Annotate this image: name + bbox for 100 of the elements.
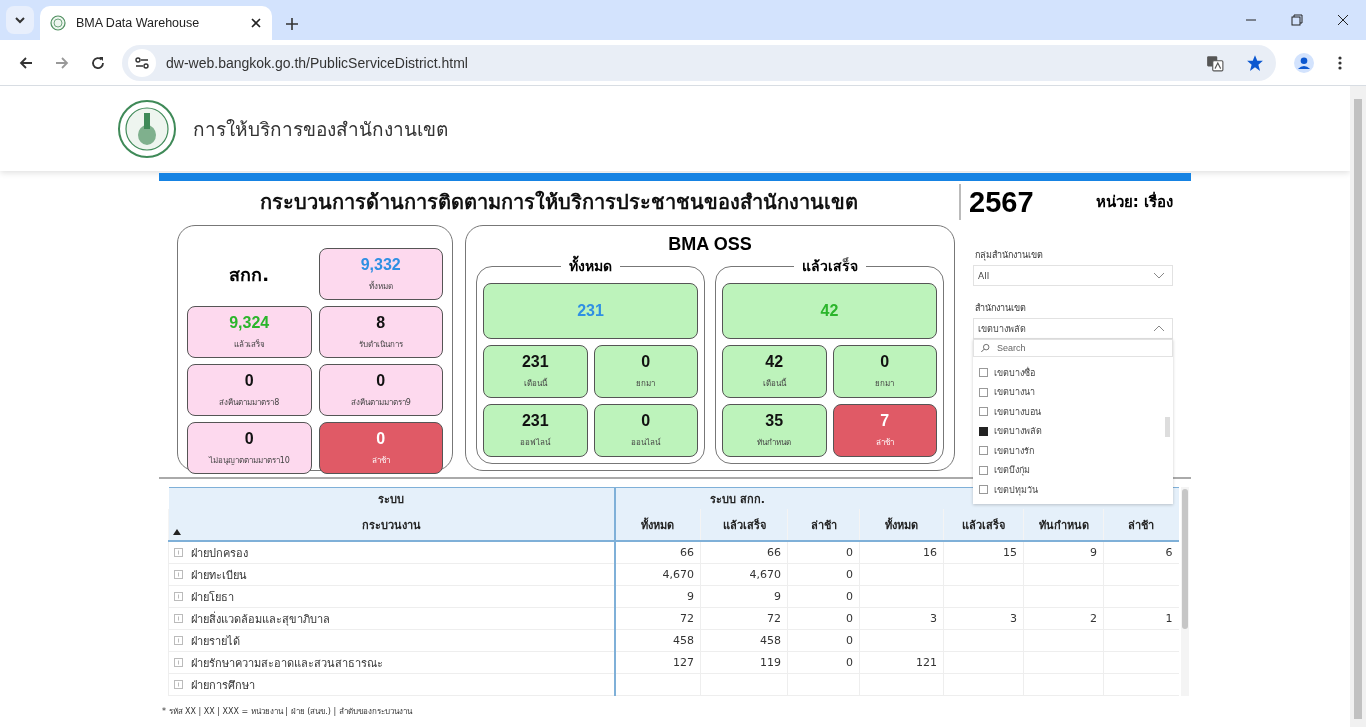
option-label[interactable]: เขตบางนา [994, 385, 1035, 400]
tile-value: 231 [577, 302, 604, 320]
person-icon [1294, 52, 1314, 73]
scrollbar-thumb[interactable] [1181, 489, 1188, 629]
tile-caption: เดือนนี้ [523, 377, 547, 390]
tab-list-button[interactable] [6, 6, 34, 34]
option-label[interactable]: เขตบางพลัด [994, 424, 1042, 439]
group-header: ระบบ [378, 492, 404, 506]
dropdown[interactable]: เขตบางพลัด [973, 318, 1173, 339]
expand-icon [174, 592, 183, 601]
bookmark-button[interactable] [1246, 53, 1264, 72]
process-name: ฝ่ายรายได้ [191, 633, 240, 650]
tile-caption: ส่งคืนตามมาตรา8 [219, 396, 280, 409]
table-cell: 2 [1090, 612, 1097, 625]
option-label[interactable]: เขตปทุมวัน [994, 482, 1038, 497]
page-scrollbar-thumb[interactable] [1354, 99, 1362, 719]
group-title: ทั้งหมด [561, 255, 620, 277]
seal-icon [50, 15, 66, 31]
column-header[interactable]: ล่าช้า [1128, 518, 1155, 532]
back-arrow-icon [18, 54, 34, 71]
card-title: สกก. [229, 262, 270, 287]
checkbox[interactable] [979, 426, 988, 436]
tile-caption: แล้วเสร็จ [233, 338, 265, 351]
tile-value: 35 [765, 412, 784, 430]
table-cell: 1 [1165, 612, 1173, 625]
filter-label: กลุ่มสำนักงานเขต [975, 249, 1043, 262]
browser-tab[interactable]: BMA Data Warehouse [40, 6, 272, 40]
table-cell: 3 [1010, 612, 1017, 625]
filter-label: สำนักงานเขต [975, 302, 1026, 315]
table-cell: 6 [1165, 546, 1173, 559]
option-label[interactable]: เขตบางซื่อ [994, 365, 1035, 380]
option-label[interactable]: เขตบางบอน [994, 404, 1041, 419]
table-cell: 0 [846, 634, 853, 647]
checkbox[interactable] [979, 485, 988, 495]
search-icon [980, 342, 991, 354]
tile-value: 9,332 [360, 255, 401, 274]
card-title: BMA OSS [668, 234, 752, 255]
tile-value: 0 [880, 353, 890, 371]
option-label[interactable]: เขตบึงกุ่ม [994, 463, 1030, 478]
table-cell: 4,670 [662, 568, 694, 581]
tile-value: 8 [376, 313, 386, 332]
process-name: ฝ่ายรักษาความสะอาดและสวนสาธารณะ [191, 655, 383, 672]
group-title: แล้วเสร็จ [800, 256, 859, 276]
dropdown[interactable]: All [973, 265, 1173, 286]
column-header[interactable]: กระบวนงาน [361, 518, 421, 532]
expand-icon [174, 614, 183, 623]
site-info-button[interactable] [128, 48, 156, 77]
tile-value: 0 [641, 412, 651, 430]
dropdown-value: เขตบางพลัด [978, 322, 1027, 336]
sort-ascending-icon[interactable] [173, 529, 181, 535]
checkbox[interactable] [979, 387, 988, 397]
tile-value: 42 [820, 302, 839, 320]
table-cell: 0 [846, 568, 853, 581]
table-cell: 72 [767, 612, 781, 625]
tab-title: BMA Data Warehouse [76, 16, 201, 30]
tile-value: 0 [376, 371, 386, 390]
group-header: ระบบ สกก. [710, 492, 765, 506]
table-cell: 0 [846, 590, 853, 603]
tile-value: 0 [641, 353, 651, 371]
expand-icon [174, 658, 183, 667]
tile-value: 231 [521, 353, 549, 371]
checkbox[interactable] [979, 465, 988, 475]
unit-label: หน่วย: เรื่อง [1095, 190, 1173, 213]
table-cell: 0 [846, 656, 853, 669]
scrollbar-thumb[interactable] [1165, 417, 1170, 437]
tile-caption: ยกมา [636, 378, 656, 390]
close-icon [1335, 12, 1351, 28]
table-cell: 9 [774, 590, 781, 603]
column-header[interactable]: ล่าช้า [810, 518, 837, 532]
tile-value: 0 [376, 429, 386, 448]
seal-icon [117, 98, 177, 159]
star-icon [1246, 53, 1264, 72]
tile-value: 7 [880, 412, 890, 430]
reload-icon [90, 54, 106, 71]
tile-caption: เดือนนี้ [762, 377, 786, 390]
plus-icon [284, 16, 300, 32]
checkbox[interactable] [979, 446, 988, 456]
search-field[interactable]: Search [973, 339, 1173, 357]
checkbox[interactable] [979, 407, 988, 417]
table-cell: 119 [760, 656, 781, 669]
tile-caption: ออฟไลน์ [520, 437, 551, 449]
process-name: ฝ่ายการศึกษา [191, 677, 255, 694]
tile-value: 0 [244, 371, 254, 390]
table-cell: 458 [673, 634, 694, 647]
tile-value: 9,324 [229, 313, 270, 332]
new-tab-button[interactable] [284, 16, 300, 32]
tile-caption: ส่งคืนตามมาตรา9 [350, 396, 411, 409]
process-name: ฝ่ายปกครอง [191, 545, 248, 562]
restore-icon [1289, 12, 1305, 28]
column-header[interactable]: ทั้งหมด [885, 518, 918, 532]
forward-arrow-icon [54, 54, 70, 71]
expand-icon [174, 548, 183, 557]
tile-caption: ทันกำหนด [757, 437, 792, 449]
checkbox[interactable] [979, 368, 988, 378]
tile-caption: ไม่อนุญาตตามมาตรา10 [208, 454, 290, 467]
column-header[interactable]: ทั้งหมด [641, 518, 675, 532]
process-name: ฝ่ายสิ่งแวดล้อมและสุขาภิบาล [191, 610, 330, 628]
translate-button[interactable] [1206, 53, 1224, 72]
table-cell: 15 [1003, 546, 1017, 559]
option-label[interactable]: เขตบางรัก [994, 443, 1034, 458]
